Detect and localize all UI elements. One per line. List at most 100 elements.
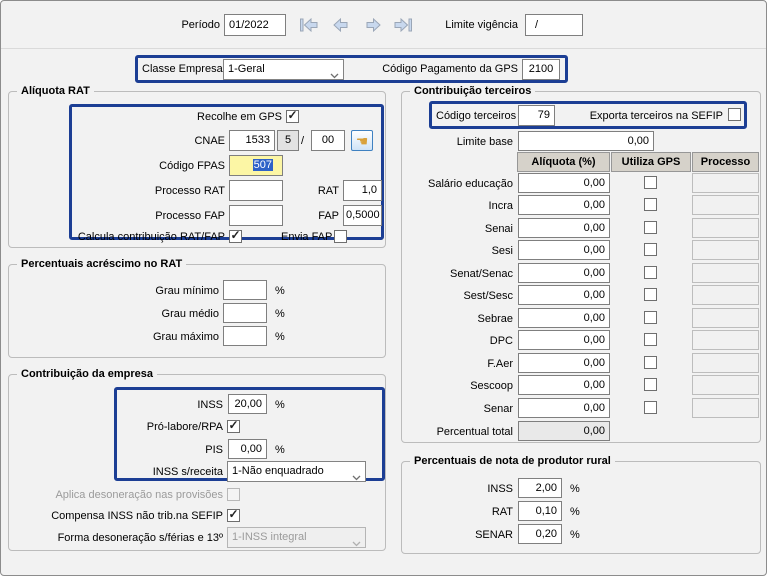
terceiros-row-label: Senar — [401, 399, 513, 419]
classe-empresa-select[interactable]: 1-Geral — [223, 59, 344, 80]
terceiros-aliquota-input[interactable]: 0,00 — [518, 218, 610, 238]
fpas-selected-text: 507 — [253, 159, 273, 171]
terceiros-row-label: Sest/Sesc — [401, 286, 513, 306]
limite-vigencia-input[interactable]: / — [525, 14, 583, 36]
terceiros-utiliza-gps-checkbox[interactable] — [644, 266, 657, 279]
header-separator — [1, 48, 766, 49]
classe-empresa-label: Classe Empresa — [142, 59, 222, 79]
nav-next-button[interactable] — [359, 14, 387, 36]
terceiros-processo-input — [692, 308, 759, 328]
compensa-inss-checkbox[interactable] — [227, 509, 240, 522]
table-row: Incra 0,00 — [1, 195, 767, 215]
cnae-code-input[interactable]: 1533 — [229, 130, 275, 151]
percent-sign: % — [275, 440, 295, 460]
cnae-suffix-input[interactable]: 00 — [311, 130, 345, 151]
rural-senar-input[interactable]: 0,20 — [518, 524, 562, 544]
nav-previous-button[interactable] — [327, 14, 355, 36]
column-header-processo: Processo — [692, 152, 759, 172]
terceiros-processo-input — [692, 398, 759, 418]
terceiros-processo-input — [692, 195, 759, 215]
terceiros-aliquota-input[interactable]: 0,00 — [518, 285, 610, 305]
terceiros-utiliza-gps-checkbox[interactable] — [644, 288, 657, 301]
terceiros-utiliza-gps-checkbox[interactable] — [644, 333, 657, 346]
limite-base-label: Limite base — [431, 132, 513, 152]
codigo-terceiros-input[interactable]: 79 — [518, 105, 555, 126]
aliquota-rat-group-title: Alíquota RAT — [17, 83, 94, 99]
codigo-pagamento-gps-label: Código Pagamento da GPS — [361, 59, 518, 79]
table-row: F.Aer 0,00 — [1, 353, 767, 373]
limite-vigencia-label: Limite vigência — [421, 15, 518, 35]
terceiros-aliquota-input[interactable]: 0,00 — [518, 263, 610, 283]
inss-s-receita-value: 1-Não enquadrado — [232, 465, 324, 477]
terceiros-processo-input — [692, 240, 759, 260]
table-row: Senar 0,00 — [1, 398, 767, 418]
percent-sign: % — [570, 525, 590, 545]
terceiros-row-label: Sescoop — [401, 376, 513, 396]
limite-base-input[interactable]: 0,00 — [518, 131, 654, 151]
codigo-pagamento-gps-input[interactable]: 2100 — [522, 59, 560, 80]
terceiros-row-label: DPC — [401, 331, 513, 351]
terceiros-utiliza-gps-checkbox[interactable] — [644, 243, 657, 256]
terceiros-utiliza-gps-checkbox[interactable] — [644, 176, 657, 189]
pis-label: PIS — [153, 440, 223, 460]
rural-inss-input[interactable]: 2,00 — [518, 478, 562, 498]
terceiros-processo-input — [692, 173, 759, 193]
nav-next-icon — [363, 18, 383, 32]
terceiros-aliquota-input[interactable]: 0,00 — [518, 173, 610, 193]
table-row: DPC 0,00 — [1, 330, 767, 350]
forma-desoneracao-select: 1-INSS integral — [227, 527, 366, 548]
pro-labore-checkbox[interactable] — [227, 420, 240, 433]
chevron-down-icon — [352, 469, 361, 482]
nav-last-button[interactable] — [389, 14, 417, 36]
terceiros-row-label: Senat/Senac — [401, 264, 513, 284]
aplica-desoneracao-label: Aplica desoneração nas provisões — [41, 485, 223, 505]
nav-first-button[interactable] — [295, 14, 323, 36]
forma-desoneracao-label: Forma desoneração s/férias e 13º — [31, 528, 223, 548]
terceiros-utiliza-gps-checkbox[interactable] — [644, 378, 657, 391]
terceiros-aliquota-input[interactable]: 0,00 — [518, 375, 610, 395]
cnae-lookup-button[interactable]: ☚ — [351, 130, 373, 151]
periodo-input[interactable]: 01/2022 — [224, 14, 286, 36]
terceiros-aliquota-input[interactable]: 0,00 — [518, 308, 610, 328]
terceiros-aliquota-input[interactable]: 0,00 — [518, 353, 610, 373]
terceiros-processo-input — [692, 263, 759, 283]
terceiros-row-label: Sesi — [401, 241, 513, 261]
cnae-label: CNAE — [151, 131, 225, 151]
nav-previous-icon — [331, 18, 351, 32]
terceiros-utiliza-gps-checkbox[interactable] — [644, 311, 657, 324]
terceiros-processo-input — [692, 218, 759, 238]
cnae-separator: / — [301, 131, 309, 151]
table-row: Sesi 0,00 — [1, 240, 767, 260]
terceiros-aliquota-input[interactable]: 0,00 — [518, 398, 610, 418]
percentual-total-value: 0,00 — [518, 421, 610, 441]
terceiros-utiliza-gps-checkbox[interactable] — [644, 356, 657, 369]
terceiros-aliquota-input[interactable]: 0,00 — [518, 330, 610, 350]
table-row: Senat/Senac 0,00 — [1, 263, 767, 283]
exporta-terceiros-checkbox[interactable] — [728, 108, 741, 121]
table-row: Senai 0,00 — [1, 218, 767, 238]
terceiros-row-label: F.Aer — [401, 354, 513, 374]
terceiros-utiliza-gps-checkbox[interactable] — [644, 221, 657, 234]
recolhe-em-gps-label: Recolhe em GPS — [151, 107, 282, 127]
cnae-dv-input: 5 — [277, 130, 299, 151]
terceiros-aliquota-input[interactable]: 0,00 — [518, 195, 610, 215]
terceiros-aliquota-input[interactable]: 0,00 — [518, 240, 610, 260]
rural-rat-label: RAT — [431, 502, 513, 522]
terceiros-utiliza-gps-checkbox[interactable] — [644, 198, 657, 211]
rural-rat-input[interactable]: 0,10 — [518, 501, 562, 521]
codigo-terceiros-label: Código terceiros — [436, 106, 516, 126]
table-row: Sest/Sesc 0,00 — [1, 285, 767, 305]
percent-sign: % — [570, 479, 590, 499]
forma-desoneracao-value: 1-INSS integral — [232, 531, 307, 543]
recolhe-em-gps-checkbox[interactable] — [286, 110, 299, 123]
table-row: Sebrae 0,00 — [1, 308, 767, 328]
chevron-down-icon — [330, 67, 339, 80]
nav-last-icon — [393, 18, 413, 32]
inss-s-receita-select[interactable]: 1-Não enquadrado — [227, 461, 366, 482]
pis-input[interactable]: 0,00 — [228, 439, 267, 459]
form-window: Período 01/2022 Limite vigência / Classe… — [0, 0, 767, 576]
terceiros-row-label: Senai — [401, 219, 513, 239]
terceiros-utiliza-gps-checkbox[interactable] — [644, 401, 657, 414]
table-row: Sescoop 0,00 — [1, 375, 767, 395]
contribuicao-terceiros-group-title: Contribuição terceiros — [410, 83, 535, 99]
